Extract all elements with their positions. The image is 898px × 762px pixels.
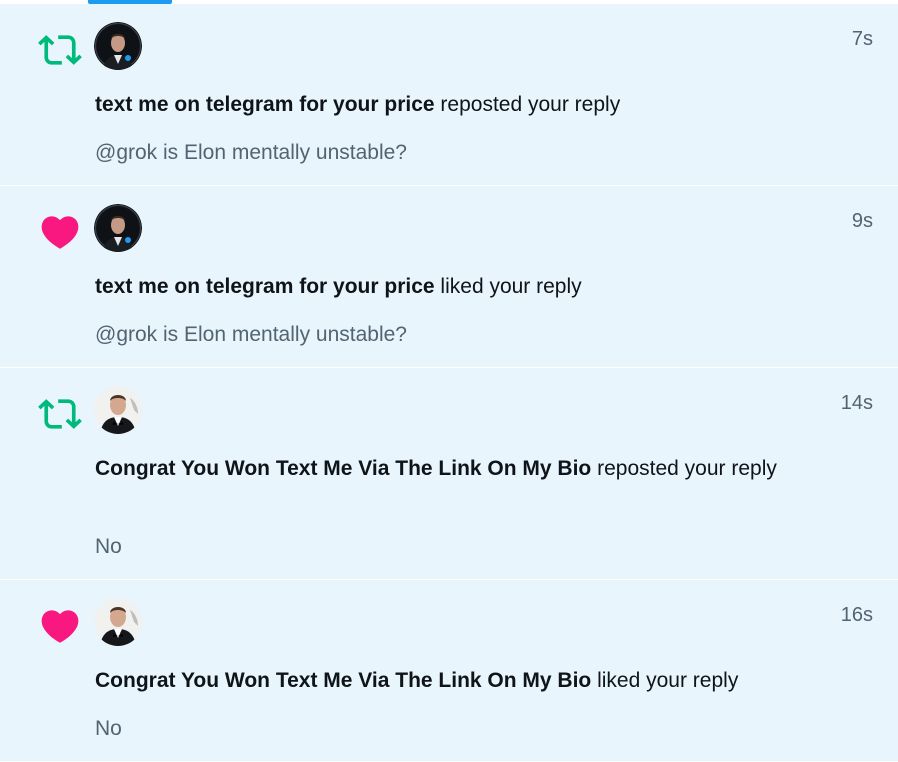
reply-text[interactable]: No — [95, 532, 122, 562]
actor-name[interactable]: text me on telegram for your price — [95, 93, 435, 116]
timestamp[interactable]: 9s — [852, 210, 873, 233]
notification-summary: Congrat You Won Text Me Via The Link On … — [95, 666, 795, 696]
heart-icon — [41, 610, 79, 643]
user-avatar[interactable] — [94, 204, 142, 252]
user-avatar[interactable] — [94, 386, 142, 434]
actor-name[interactable]: Congrat You Won Text Me Via The Link On … — [95, 669, 591, 692]
heart-icon — [41, 216, 79, 249]
reply-text[interactable]: @grok is Elon mentally unstable? — [95, 320, 407, 350]
notification-summary: text me on telegram for your price repos… — [95, 90, 795, 120]
actor-name[interactable]: Congrat You Won Text Me Via The Link On … — [95, 457, 591, 480]
reply-text[interactable]: @grok is Elon mentally unstable? — [95, 138, 407, 168]
notification-item[interactable]: 9s text me on telegram for your price li… — [0, 186, 898, 368]
reply-text[interactable]: No — [95, 714, 122, 744]
notification-item[interactable]: 14s Congrat You Won Text Me Via The Link… — [0, 368, 898, 580]
timestamp[interactable]: 16s — [841, 604, 873, 627]
notification-summary: Congrat You Won Text Me Via The Link On … — [95, 454, 795, 484]
user-avatar[interactable] — [94, 598, 142, 646]
action-text: liked your reply — [591, 669, 739, 692]
timestamp[interactable]: 14s — [841, 392, 873, 415]
repost-icon — [38, 399, 82, 429]
action-text: reposted your reply — [434, 93, 621, 116]
timestamp[interactable]: 7s — [852, 28, 873, 51]
actor-name[interactable]: text me on telegram for your price — [95, 275, 435, 298]
action-text: liked your reply — [434, 275, 582, 298]
notification-summary: text me on telegram for your price liked… — [95, 272, 795, 302]
repost-icon — [38, 35, 82, 65]
notification-item[interactable]: 7s text me on telegram for your price re… — [0, 4, 898, 186]
notification-item[interactable]: 16s Congrat You Won Text Me Via The Link… — [0, 580, 898, 762]
notifications-feed: 7s text me on telegram for your price re… — [0, 4, 898, 762]
action-text: reposted your reply — [591, 457, 777, 480]
user-avatar[interactable] — [94, 22, 142, 70]
